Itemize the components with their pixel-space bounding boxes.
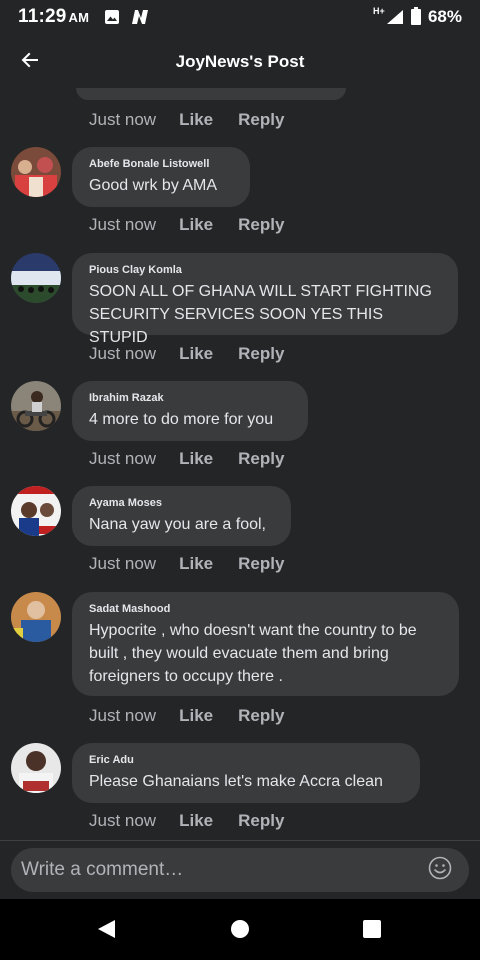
battery-percentage: 68% <box>427 7 462 26</box>
gallery-icon <box>105 10 119 24</box>
reply-button[interactable]: Reply <box>238 215 284 235</box>
reply-button[interactable]: Reply <box>238 554 284 574</box>
signal-icon <box>387 10 403 24</box>
status-time-value: 11:29 <box>18 6 67 27</box>
comment-text: 4 more to do more for you <box>89 411 274 428</box>
avatar[interactable] <box>11 486 61 536</box>
status-time: 11:29 AM <box>18 6 89 28</box>
comment-time: Just now <box>89 554 157 573</box>
comment-actions: Just now Like Reply <box>89 705 284 727</box>
like-button[interactable]: Like <box>179 215 213 235</box>
reply-button[interactable]: Reply <box>238 811 284 831</box>
avatar[interactable] <box>11 743 61 793</box>
battery-icon <box>411 7 421 25</box>
comment-composer <box>0 840 480 899</box>
reply-button[interactable]: Reply <box>238 110 284 130</box>
comment-bubble[interactable]: Eric Adu Please Ghanaians let's make Acc… <box>72 743 420 803</box>
like-button[interactable]: Like <box>179 706 213 726</box>
comment-time: Just now <box>89 215 157 234</box>
comment-author[interactable]: Abefe Bonale Listowell <box>89 158 233 170</box>
comment-text: SOON ALL OF GHANA WILL START FIGHTING SE… <box>89 283 432 346</box>
comment-actions: Just now Like Reply <box>89 448 284 470</box>
avatar-image <box>11 381 61 431</box>
nav-home-icon[interactable] <box>229 918 251 940</box>
like-button[interactable]: Like <box>179 344 213 364</box>
avatar-image <box>11 147 61 197</box>
comment-bubble[interactable]: Abefe Bonale Listowell Good wrk by AMA <box>72 147 250 207</box>
avatar-image <box>11 486 61 536</box>
avatar-image <box>11 592 61 642</box>
like-button[interactable]: Like <box>179 811 213 831</box>
reply-button[interactable]: Reply <box>238 449 284 469</box>
header: JoyNews's Post <box>0 34 480 88</box>
comment-time: Just now <box>89 449 157 468</box>
like-button[interactable]: Like <box>179 554 213 574</box>
nav-back-icon[interactable] <box>96 918 118 940</box>
comment-actions: Just now Like Reply <box>89 343 284 365</box>
emoji-icon[interactable] <box>428 856 452 880</box>
comment-list[interactable]: Just now Like Reply Abefe Bonale Listowe… <box>0 88 480 840</box>
comment-actions: Just now Like Reply <box>89 109 284 131</box>
reply-button[interactable]: Reply <box>238 344 284 364</box>
page-title: JoyNews's Post <box>175 52 305 71</box>
avatar[interactable] <box>11 253 61 303</box>
status-time-ampm: AM <box>68 10 90 25</box>
comment-author[interactable]: Ibrahim Razak <box>89 392 291 404</box>
avatar[interactable] <box>11 147 61 197</box>
comment-bubble[interactable]: Sadat Mashood Hypocrite , who doesn't wa… <box>72 592 459 696</box>
avatar[interactable] <box>11 381 61 431</box>
comment-actions: Just now Like Reply <box>89 810 284 832</box>
comment-author[interactable]: Ayama Moses <box>89 497 274 509</box>
comment-author[interactable]: Eric Adu <box>89 754 403 766</box>
comment-time: Just now <box>89 110 157 129</box>
comment-input[interactable] <box>11 848 469 892</box>
comment-text: Please Ghanaians let's make Accra clean <box>89 773 383 790</box>
comment-time: Just now <box>89 706 157 725</box>
network-type-text: H+ <box>373 6 385 16</box>
comment-time: Just now <box>89 811 157 830</box>
nav-recents-icon[interactable] <box>361 918 383 940</box>
comment-time: Just now <box>89 344 157 363</box>
comment-actions: Just now Like Reply <box>89 553 284 575</box>
comment-actions: Just now Like Reply <box>89 214 284 236</box>
like-button[interactable]: Like <box>179 110 213 130</box>
notification-n-icon <box>132 10 148 24</box>
avatar[interactable] <box>11 592 61 642</box>
comment-bubble[interactable]: Pious Clay Komla SOON ALL OF GHANA WILL … <box>72 253 458 346</box>
comment-text: Nana yaw you are a fool, <box>89 516 266 533</box>
reply-button[interactable]: Reply <box>238 706 284 726</box>
avatar-image <box>11 743 61 793</box>
status-bar: 11:29 AM H+ 68% <box>0 0 480 34</box>
like-button[interactable]: Like <box>179 449 213 469</box>
comment-bubble[interactable]: Ibrahim Razak 4 more to do more for you <box>72 381 308 441</box>
comment-author[interactable]: Pious Clay Komla <box>89 264 441 276</box>
comment-bubble[interactable]: Ayama Moses Nana yaw you are a fool, <box>72 486 291 546</box>
system-nav-bar <box>0 899 480 960</box>
comment-author[interactable]: Sadat Mashood <box>89 603 442 615</box>
comment-text: Hypocrite , who doesn't want the country… <box>89 622 417 685</box>
comment-text: Good wrk by AMA <box>89 177 218 194</box>
previous-comment-bubble <box>76 88 346 100</box>
avatar-image <box>11 253 61 303</box>
